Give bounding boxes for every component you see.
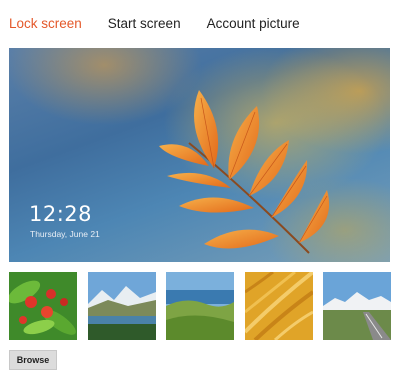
lock-screen-preview: 12:28 Thursday, June 21 [9, 48, 390, 262]
background-option-mountain-valley[interactable] [88, 272, 156, 340]
background-option-mountain-road[interactable] [323, 272, 391, 340]
background-option-flowers[interactable] [9, 272, 77, 340]
background-option-golden-grass[interactable] [245, 272, 313, 340]
tab-lock-screen[interactable]: Lock screen [9, 16, 82, 31]
browse-button[interactable]: Browse [9, 350, 57, 370]
tab-start-screen[interactable]: Start screen [108, 16, 181, 31]
lock-screen-time: 12:28 [29, 202, 93, 226]
lock-screen-date: Thursday, June 21 [30, 229, 100, 239]
background-option-grassy-hills[interactable] [166, 272, 234, 340]
settings-tabs: Lock screen Start screen Account picture [9, 13, 326, 33]
background-thumbnails [9, 272, 391, 340]
tab-account-picture[interactable]: Account picture [207, 16, 300, 31]
